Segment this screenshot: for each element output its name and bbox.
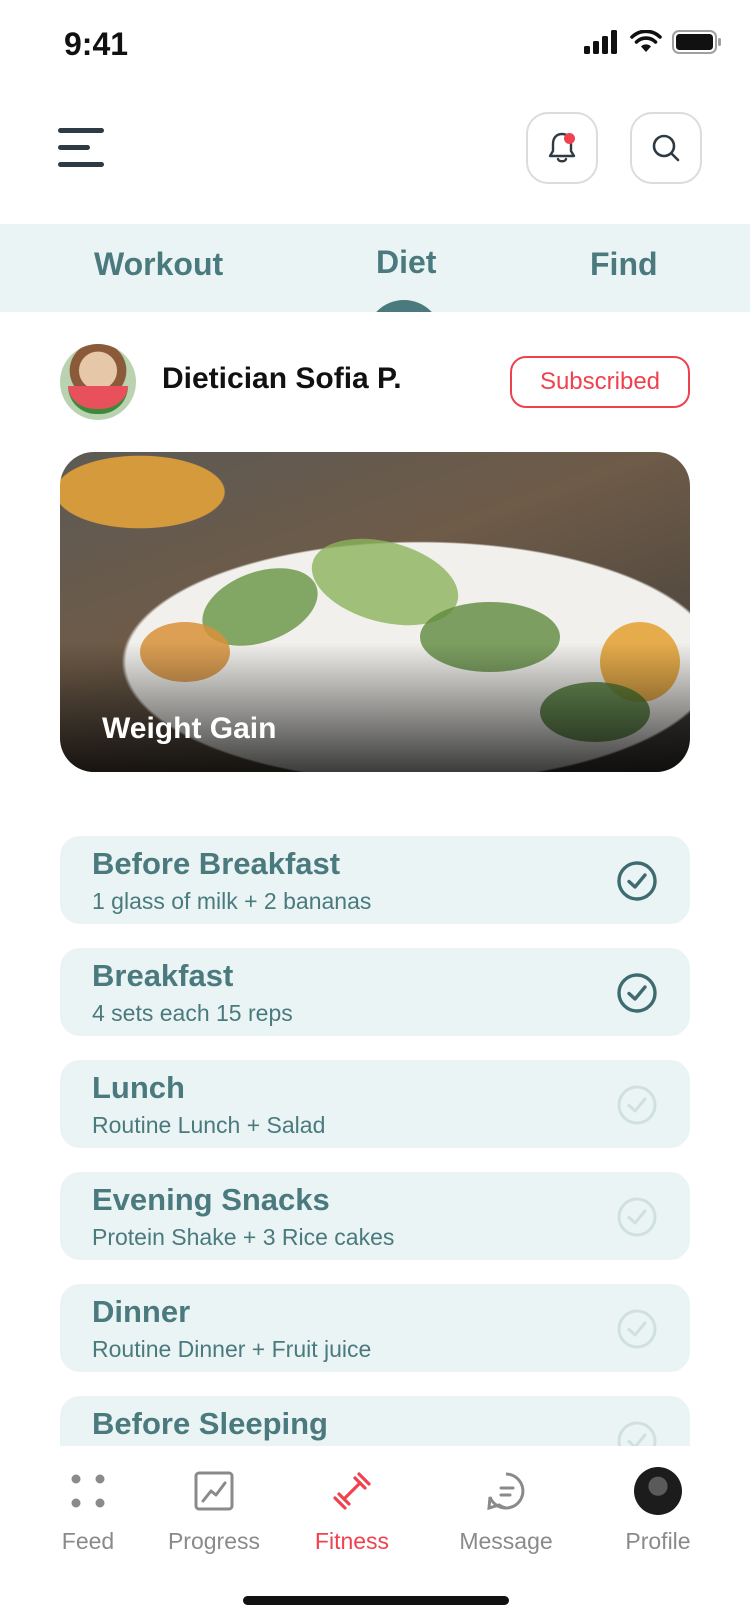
nav-label: Feed [61, 1528, 115, 1554]
check-circle-icon[interactable] [616, 1420, 658, 1446]
profile-avatar [634, 1467, 682, 1515]
meal-description: Protein Shake + 3 Rice cakes [92, 1224, 395, 1250]
meal-title: Breakfast [92, 958, 234, 993]
progress-chart-icon [194, 1471, 234, 1511]
meal-description: Routine Lunch + Salad [92, 1112, 326, 1138]
nav-feed[interactable]: Feed [18, 1466, 158, 1555]
meal-title: Before Sleeping [92, 1406, 328, 1441]
meal-item-dinner[interactable]: Dinner Routine Dinner + Fruit juice [60, 1284, 690, 1372]
meal-description: Routine Dinner + Fruit juice [92, 1336, 372, 1362]
nav-label: Progress [167, 1528, 261, 1554]
nav-label: Fitness [314, 1528, 390, 1554]
check-circle-icon[interactable] [616, 972, 658, 1014]
meal-item-breakfast[interactable]: Breakfast 4 sets each 15 reps [60, 948, 690, 1036]
home-indicator [243, 1596, 509, 1605]
hero-title: Weight Gain [102, 712, 277, 745]
meal-title: Lunch [92, 1070, 185, 1105]
message-bubble-icon [487, 1472, 525, 1511]
nav-fitness[interactable]: Fitness [282, 1466, 422, 1555]
dumbbell-icon [333, 1472, 371, 1510]
check-circle-icon[interactable] [616, 1196, 658, 1238]
meal-description: 4 sets each 15 reps [92, 1000, 293, 1026]
meal-description: 1 glass of milk + 2 bananas [92, 888, 372, 914]
meal-item-lunch[interactable]: Lunch Routine Lunch + Salad [60, 1060, 690, 1148]
dietician-avatar[interactable] [60, 344, 136, 420]
check-circle-icon[interactable] [616, 1084, 658, 1126]
meal-title: Dinner [92, 1294, 191, 1329]
meal-item-before-breakfast[interactable]: Before Breakfast 1 glass of milk + 2 ban… [60, 836, 690, 924]
content-scroll[interactable]: Dietician Sofia P. Subscribed Weight Gai… [0, 0, 750, 1446]
check-circle-icon[interactable] [616, 1308, 658, 1350]
feed-dots-icon [71, 1474, 105, 1508]
nav-progress[interactable]: Progress [144, 1466, 284, 1555]
diet-plan-hero-card[interactable]: Weight Gain [60, 452, 690, 772]
nav-message[interactable]: Message [436, 1466, 576, 1555]
nav-label: Profile [625, 1528, 691, 1554]
meal-item-before-sleeping[interactable]: Before Sleeping [60, 1396, 690, 1446]
check-circle-icon[interactable] [616, 860, 658, 902]
subscribed-button[interactable]: Subscribed [510, 356, 690, 408]
meal-title: Evening Snacks [92, 1182, 330, 1217]
nav-label: Message [459, 1528, 553, 1554]
dietician-name: Dietician Sofia P. [162, 362, 402, 395]
meal-item-evening-snacks[interactable]: Evening Snacks Protein Shake + 3 Rice ca… [60, 1172, 690, 1260]
meal-title: Before Breakfast [92, 846, 341, 881]
nav-profile[interactable]: Profile [588, 1466, 728, 1555]
